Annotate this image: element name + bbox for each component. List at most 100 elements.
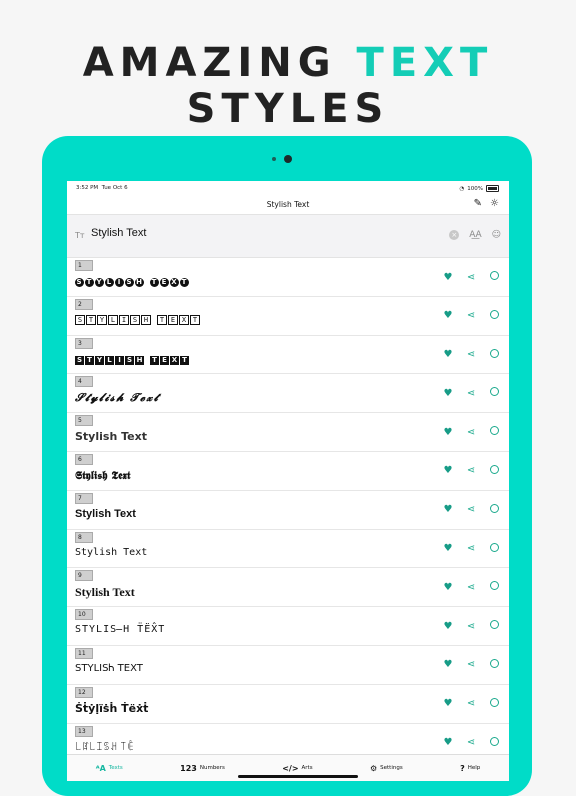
status-clock: 3:52 PM xyxy=(76,185,99,191)
heart-icon[interactable]: ♥ xyxy=(443,582,453,593)
styled-text[interactable]: Stylish Text xyxy=(75,585,135,600)
pencil-icon[interactable]: ✎ xyxy=(474,198,482,209)
row-actions: ♥ ⋖ xyxy=(443,309,499,322)
font-icon[interactable]: A͟A xyxy=(469,230,481,240)
whatsapp-icon[interactable] xyxy=(489,387,499,399)
style-number: 13 xyxy=(75,725,93,737)
whatsapp-icon[interactable] xyxy=(489,309,499,322)
heart-icon[interactable]: ♥ xyxy=(443,272,453,283)
whatsapp-icon[interactable] xyxy=(489,503,499,516)
share-icon[interactable]: ⋖ xyxy=(466,621,476,632)
tab-label: Numbers xyxy=(199,765,225,771)
list-item[interactable]: 5 Stylish Text ♥ ⋖ xyxy=(67,413,509,452)
style-number: 9 xyxy=(75,570,93,582)
whatsapp-icon[interactable] xyxy=(489,620,499,632)
search-actions: × A͟A ☺ xyxy=(449,230,501,240)
list-item[interactable]: 4 𝓢𝓽𝔂𝓵𝓲𝓼𝓱 𝓣𝓮𝔁𝓽 ♥ ⋖ xyxy=(67,374,509,414)
styled-text[interactable]: STYLISH TEXT xyxy=(75,314,201,325)
tab-label: Texts xyxy=(108,765,123,771)
tab-settings[interactable]: ⚙ Settings xyxy=(370,764,403,773)
whatsapp-icon[interactable] xyxy=(489,271,499,283)
share-icon[interactable]: ⋖ xyxy=(466,272,476,283)
tab-texts[interactable]: ᴬA Texts xyxy=(96,764,123,773)
heart-icon[interactable]: ♥ xyxy=(443,659,453,670)
tab-arts[interactable]: </> Arts xyxy=(282,764,312,773)
heart-icon[interactable]: ♥ xyxy=(443,737,453,748)
list-item[interactable]: 7 Stylish Text ♥ ⋖ xyxy=(67,491,509,530)
whatsapp-icon[interactable] xyxy=(489,736,499,749)
tab-help[interactable]: ? Help xyxy=(460,764,480,773)
styled-text[interactable]: ꒒ꍏ꒒ꀤꌗꃅ ꓄ꍟ xyxy=(75,741,134,753)
status-bar: 3:52 PM Tue Oct 6 ◔ 100% xyxy=(67,181,509,195)
list-item[interactable]: 6 𝕾𝖙𝖞𝖑𝖎𝖘𝖍 𝕿𝖊𝖝𝖙 ♥ ⋖ xyxy=(67,452,509,491)
heart-icon[interactable]: ♥ xyxy=(443,310,453,321)
whatsapp-icon[interactable] xyxy=(489,542,499,555)
share-icon[interactable]: ⋖ xyxy=(466,504,476,515)
row-actions: ♥ ⋖ xyxy=(443,426,499,438)
list-item[interactable]: 3STYLISH T E X T ♥ ⋖ xyxy=(67,336,509,375)
styled-glyph: X xyxy=(170,355,179,365)
headline-accent: TEXT xyxy=(356,40,494,86)
whatsapp-icon[interactable] xyxy=(489,426,499,438)
styled-text[interactable]: STYLISᏂ TEXT xyxy=(75,663,143,674)
styled-text[interactable]: STYLIS̶H T̈ËX̂T xyxy=(75,624,165,635)
whatsapp-icon[interactable] xyxy=(489,348,499,361)
lightbulb-icon[interactable]: ☼ xyxy=(490,198,499,209)
heart-icon[interactable]: ♥ xyxy=(443,504,453,515)
emoji-icon[interactable]: ☺ xyxy=(492,230,501,240)
clear-icon[interactable]: × xyxy=(449,230,460,240)
sensor-dot xyxy=(272,157,276,161)
styled-glyph: T xyxy=(150,355,159,365)
share-icon[interactable]: ⋖ xyxy=(466,543,476,554)
whatsapp-icon[interactable] xyxy=(489,658,499,671)
styled-text[interactable]: 𝕾𝖙𝖞𝖑𝖎𝖘𝖍 𝕿𝖊𝖝𝖙 xyxy=(75,469,130,483)
share-icon[interactable]: ⋖ xyxy=(466,465,476,476)
heart-icon[interactable]: ♥ xyxy=(443,427,453,438)
share-icon[interactable]: ⋖ xyxy=(466,310,476,321)
share-icon[interactable]: ⋖ xyxy=(466,698,476,709)
list-item[interactable]: 8 Stylish Text ♥ ⋖ xyxy=(67,530,509,569)
share-icon[interactable]: ⋖ xyxy=(466,582,476,593)
heart-icon[interactable]: ♥ xyxy=(443,543,453,554)
styled-text[interactable]: STYLISH TEXT xyxy=(75,275,190,287)
list-item[interactable]: 1STYLISH T E X T ♥ ⋖ xyxy=(67,258,509,297)
share-icon[interactable]: ⋖ xyxy=(466,659,476,670)
whatsapp-icon[interactable] xyxy=(489,581,499,593)
list-item[interactable]: 2STYLISH T E X T ♥ ⋖ xyxy=(67,297,509,336)
tab-numbers[interactable]: 123 Numbers xyxy=(180,764,225,773)
status-right: ◔ 100% xyxy=(459,185,499,192)
ipad-frame: 3:52 PM Tue Oct 6 ◔ 100% Stylish Text ✎ ☼… xyxy=(42,136,532,796)
heart-icon[interactable]: ♥ xyxy=(443,698,453,709)
list-item[interactable]: 10 STYLIS̶H T̈ËX̂T ♥ ⋖ xyxy=(67,607,509,646)
style-number: 7 xyxy=(75,492,93,504)
whatsapp-icon[interactable] xyxy=(489,697,499,710)
share-icon[interactable]: ⋖ xyxy=(466,388,476,399)
styled-glyph: E xyxy=(168,314,178,325)
styled-text[interactable]: Stylish Text xyxy=(75,430,147,443)
style-number: 4 xyxy=(75,376,93,388)
styled-text[interactable]: Stylish Text xyxy=(75,547,147,558)
styled-text[interactable]: Stylish Text xyxy=(75,508,136,520)
styled-glyph: S xyxy=(125,278,134,287)
styled-glyph: Y xyxy=(95,355,104,365)
whatsapp-icon[interactable] xyxy=(489,464,499,477)
row-actions: ♥ ⋖ xyxy=(443,348,499,361)
list-item[interactable]: 9 Stylish Text ♥ ⋖ xyxy=(67,568,509,608)
heart-icon[interactable]: ♥ xyxy=(443,621,453,632)
heart-icon[interactable]: ♥ xyxy=(443,465,453,476)
share-icon[interactable]: ⋖ xyxy=(466,737,476,748)
styled-text[interactable]: Ṡṫẏḷïṡḣ Ṫëẋṫ xyxy=(75,702,148,715)
status-date: Tue Oct 6 xyxy=(101,185,128,191)
list-item[interactable]: 12 Ṡṫẏḷïṡḣ Ṫëẋṫ ♥ ⋖ xyxy=(67,685,509,724)
search-input[interactable] xyxy=(91,227,431,239)
style-number: 10 xyxy=(75,609,93,621)
heart-icon[interactable]: ♥ xyxy=(443,349,453,360)
styled-glyph: T xyxy=(180,355,189,365)
list-item[interactable]: 11 STYLISᏂ TEXT ♥ ⋖ xyxy=(67,646,509,685)
styled-text[interactable]: STYLISH TEXT xyxy=(75,353,190,365)
styled-text[interactable]: 𝓢𝓽𝔂𝓵𝓲𝓼𝓱 𝓣𝓮𝔁𝓽 xyxy=(75,391,159,405)
heart-icon[interactable]: ♥ xyxy=(443,388,453,399)
share-icon[interactable]: ⋖ xyxy=(466,349,476,360)
share-icon[interactable]: ⋖ xyxy=(466,427,476,438)
help-icon: ? xyxy=(460,763,465,773)
